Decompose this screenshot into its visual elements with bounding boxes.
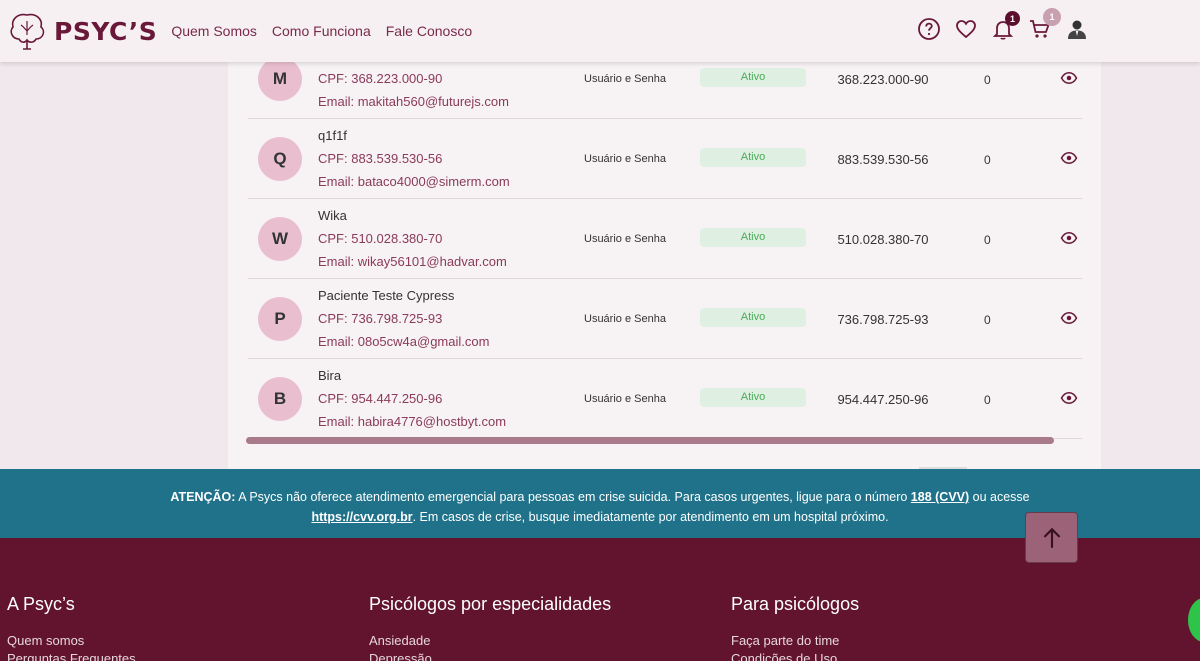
site-footer: A Psyc’s Quem somos Perguntas Frequentes… (0, 538, 1200, 661)
patient-name: Bira (318, 368, 342, 383)
footer-link-condicoes[interactable]: Condições de Uso (731, 651, 859, 661)
nav-fale-conosco[interactable]: Fale Conosco (386, 23, 472, 39)
status-badge: Ativo (700, 388, 806, 407)
patient-email: Email: wikay56101@hadvar.com (318, 254, 507, 269)
patient-info: Wika CPF: 510.028.380-70 Email: wikay56101… (318, 208, 507, 277)
patient-name: q1f1f (318, 128, 347, 143)
patient-document: 736.798.725-93 (837, 312, 929, 327)
patient-document: 368.223.000-90 (837, 72, 929, 87)
status-badge: Ativo (700, 228, 806, 247)
session-count: 0 (984, 313, 991, 327)
patient-cpf: CPF: 510.028.380-70 (318, 231, 443, 246)
scroll-to-top-button[interactable] (1025, 512, 1078, 563)
footer-col-title: Psicólogos por especialidades (369, 594, 612, 614)
patient-email: Email: 08o5cw4a@gmail.com (318, 334, 490, 349)
footer-link-ansiedade[interactable]: Ansiedade (369, 633, 611, 651)
session-count: 0 (984, 233, 991, 247)
emergency-alert: ATENÇÃO: A Psycs não oferece atendimento… (0, 469, 1200, 538)
footer-col-psicologos: Para psicólogos Faça parte do time Condi… (731, 594, 859, 661)
patient-cpf: CPF: 368.223.000-90 (318, 71, 443, 86)
header-actions: 1 1 (905, 8, 1090, 44)
patient-row: Qq1f1f CPF: 883.539.530-56 Email: bataco40… (248, 119, 1082, 199)
alert-text-1: A Psycs não oferece atendimento emergenc… (235, 490, 911, 504)
patient-document: 883.539.530-56 (837, 152, 929, 167)
patient-avatar: P (258, 297, 302, 341)
patient-cpf: CPF: 954.447.250-96 (318, 391, 443, 406)
notifications-button[interactable]: 1 (990, 11, 1020, 44)
footer-col-title: Para psicólogos (731, 594, 860, 614)
patient-name: Wika (318, 208, 347, 223)
session-count: 0 (984, 73, 991, 87)
patient-email: Email: makitah560@futurejs.com (318, 94, 509, 109)
arrow-up-icon (1043, 527, 1060, 548)
brain-tree-logo-icon (10, 13, 45, 50)
horizontal-scrollbar[interactable] (246, 437, 1054, 444)
session-count: 0 (984, 393, 991, 407)
footer-link-faca-parte[interactable]: Faça parte do time (731, 633, 859, 651)
help-icon (918, 18, 940, 40)
patient-cpf: CPF: 736.798.725-93 (318, 311, 443, 326)
patient-info: Paciente Teste Cypress CPF: 736.798.725-9… (318, 288, 489, 357)
main-nav: Quem Somos Como Funciona Fale Conosco (171, 23, 487, 39)
patient-row: B Bira CPF: 954.447.250-96 Email: habira477… (248, 359, 1082, 439)
patient-document: 954.447.250-96 (837, 392, 929, 407)
patient-info: q1f1f CPF: 883.539.530-56 Email: bataco400… (318, 128, 510, 197)
login-method: Usuário e Senha (584, 313, 666, 325)
patient-row: P Paciente Teste Cypress CPF: 736.798.725-… (248, 279, 1082, 359)
view-eye-icon[interactable] (1060, 229, 1078, 247)
cvv-phone-link[interactable]: 188 (CVV) (911, 490, 969, 504)
patient-email: Email: habira4776@hostbyt.com (318, 414, 507, 429)
patient-avatar: M (258, 57, 302, 101)
nav-como-funciona[interactable]: Como Funciona (272, 23, 371, 39)
login-method: Usuário e Senha (584, 153, 666, 165)
patients-panel: M CPF: 368.223.000-90 Email: makitah560@fu… (228, 57, 1101, 469)
login-method: Usuário e Senha (584, 73, 666, 85)
footer-col-especialidades: Psicólogos por especialidades Ansiedade … (369, 594, 611, 661)
alert-text-3: . Em casos de crise, busque imediatament… (412, 510, 889, 524)
patient-avatar: B (258, 377, 302, 421)
patient-avatar: Q (258, 137, 302, 181)
patient-email: Email: bataco4000@simerm.com (318, 174, 510, 189)
status-badge: Ativo (700, 148, 806, 167)
patient-name: Paciente Teste Cypress (318, 288, 455, 303)
patient-document: 510.028.380-70 (837, 232, 929, 247)
footer-link-faq[interactable]: Perguntas Frequentes (7, 651, 136, 661)
patient-info: Bira CPF: 954.447.250-96 Email: habira4776… (318, 368, 506, 437)
cart-button[interactable]: 1 (1027, 8, 1061, 44)
view-eye-icon[interactable] (1060, 389, 1078, 407)
patient-cpf: CPF: 883.539.530-56 (318, 151, 443, 166)
patient-avatar: W (258, 217, 302, 261)
favorites-button[interactable] (953, 14, 979, 44)
heart-icon (956, 20, 976, 39)
chat-widget-button[interactable] (1188, 598, 1200, 642)
nav-quem-somos[interactable]: Quem Somos (171, 23, 257, 39)
user-avatar-icon (1068, 20, 1086, 39)
login-method: Usuário e Senha (584, 233, 666, 245)
status-badge: Ativo (700, 308, 806, 327)
alert-text-2: ou acesse (969, 490, 1030, 504)
footer-col-title: A Psyc’s (7, 594, 75, 614)
footer-col-psycs: A Psyc’s Quem somos Perguntas Frequentes (7, 594, 136, 661)
alert-label: ATENÇÃO: (170, 490, 236, 504)
logo-text: PSYC’S (54, 16, 158, 46)
help-button[interactable] (916, 14, 942, 44)
cvv-url-link[interactable]: https://cvv.org.br (311, 510, 412, 524)
cart-badge: 1 (1043, 8, 1061, 26)
login-method: Usuário e Senha (584, 393, 666, 405)
footer-link-quem-somos[interactable]: Quem somos (7, 633, 136, 651)
session-count: 0 (984, 153, 991, 167)
top-header: PSYC’S Quem Somos Como Funciona Fale Con… (0, 0, 1200, 62)
footer-link-depressao[interactable]: Depressão (369, 651, 611, 661)
profile-button[interactable] (1064, 14, 1090, 44)
view-eye-icon[interactable] (1060, 69, 1078, 87)
view-eye-icon[interactable] (1060, 149, 1078, 167)
patient-row: W Wika CPF: 510.028.380-70 Email: wikay5610… (248, 199, 1082, 279)
view-eye-icon[interactable] (1060, 309, 1078, 327)
status-badge: Ativo (700, 68, 806, 87)
logo[interactable]: PSYC’S (6, 9, 157, 53)
notification-badge: 1 (1005, 11, 1020, 26)
